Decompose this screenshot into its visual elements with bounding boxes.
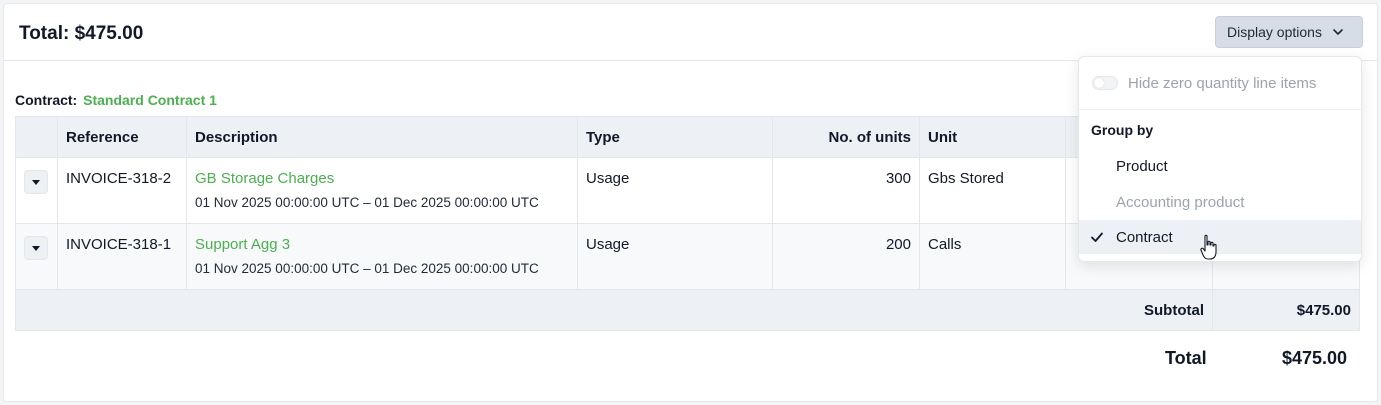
column-header-expand	[15, 116, 58, 158]
units-cell: 200	[772, 223, 920, 290]
expand-cell	[15, 223, 58, 290]
caret-down-icon	[32, 179, 40, 185]
subtotal-row: Subtotal $475.00	[15, 289, 1360, 331]
description-link[interactable]: GB Storage Charges	[195, 170, 569, 187]
billing-period: 01 Nov 2025 00:00:00 UTC – 01 Dec 2025 0…	[195, 195, 539, 210]
expand-cell	[15, 157, 58, 224]
option-label: Contract	[1116, 228, 1173, 246]
type-cell: Usage	[577, 223, 773, 290]
description-link[interactable]: Support Agg 3	[195, 236, 569, 253]
option-label: Accounting product	[1116, 193, 1245, 211]
unit-cell: Gbs Stored	[919, 157, 1066, 224]
column-header-description[interactable]: Description	[186, 116, 578, 158]
caret-down-icon	[32, 245, 40, 251]
total-value: $475.00	[1282, 348, 1348, 368]
page-title: Total: $475.00	[19, 23, 144, 44]
contract-heading: Contract: Standard Contract 1	[15, 92, 217, 108]
reference-cell: INVOICE-318-1	[57, 223, 187, 290]
hide-zero-quantity-toggle-row[interactable]: Hide zero quantity line items	[1079, 57, 1361, 110]
column-header-reference[interactable]: Reference	[57, 116, 187, 158]
group-by-option-product[interactable]: Product	[1079, 149, 1361, 183]
checkmark-icon	[1091, 232, 1103, 242]
unit-cell: Calls	[919, 223, 1066, 290]
contract-name-link[interactable]: Standard Contract 1	[83, 92, 217, 108]
display-options-menu: Hide zero quantity line items Group by P…	[1078, 56, 1362, 262]
group-by-option-contract[interactable]: Contract	[1079, 220, 1361, 254]
hand-cursor-icon	[1200, 234, 1217, 260]
hide-zero-quantity-label: Hide zero quantity line items	[1128, 74, 1317, 92]
billing-period: 01 Nov 2025 00:00:00 UTC – 01 Dec 2025 0…	[195, 261, 539, 276]
subtotal-value: $475.00	[1212, 289, 1360, 331]
total-label: Total	[1165, 348, 1207, 368]
description-cell: Support Agg 3 01 Nov 2025 00:00:00 UTC –…	[186, 223, 578, 290]
display-options-label: Display options	[1227, 24, 1322, 40]
card-header: Total: $475.00 Display options	[4, 4, 1377, 61]
display-options-button[interactable]: Display options	[1215, 16, 1363, 48]
chevron-down-icon	[1333, 29, 1343, 35]
subtotal-label: Subtotal	[15, 289, 1213, 331]
hide-zero-quantity-toggle[interactable]	[1092, 76, 1118, 90]
units-cell: 300	[772, 157, 920, 224]
description-cell: GB Storage Charges 01 Nov 2025 00:00:00 …	[186, 157, 578, 224]
option-label: Product	[1116, 157, 1168, 175]
contract-prefix: Contract:	[15, 92, 78, 108]
reference-cell: INVOICE-318-2	[57, 157, 187, 224]
group-by-heading: Group by	[1091, 122, 1154, 138]
column-header-unit[interactable]: Unit	[919, 116, 1066, 158]
group-by-option-accounting-product[interactable]: Accounting product	[1079, 185, 1361, 219]
type-cell: Usage	[577, 157, 773, 224]
expand-row-button[interactable]	[24, 170, 48, 194]
column-header-type[interactable]: Type	[577, 116, 773, 158]
expand-row-button[interactable]	[24, 236, 48, 260]
column-header-units[interactable]: No. of units	[772, 116, 920, 158]
